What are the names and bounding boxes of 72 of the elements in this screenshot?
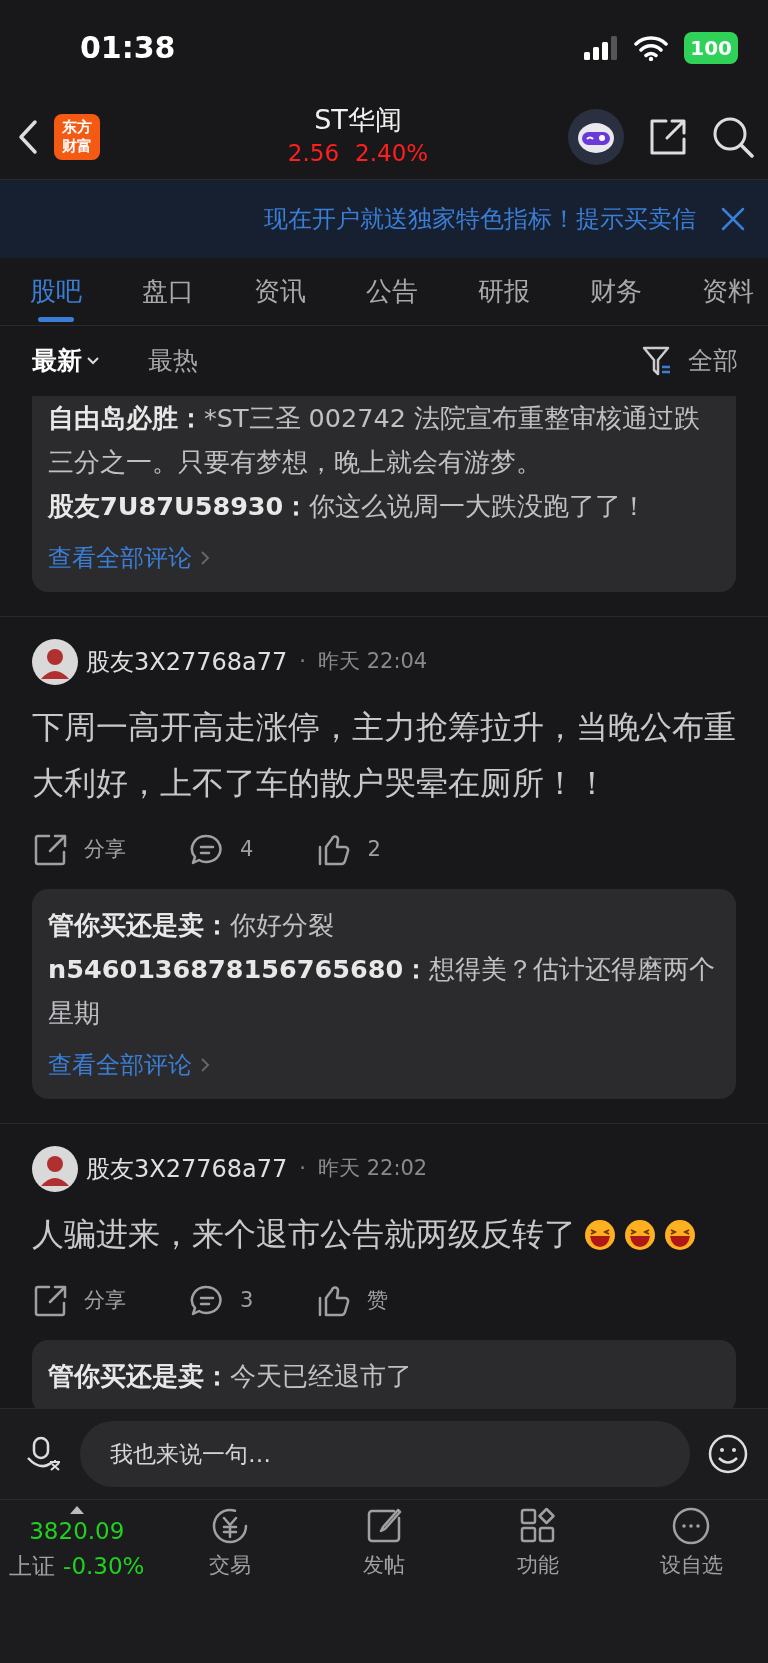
tab[interactable]: 资讯 — [254, 257, 306, 326]
price-change: 2.40% — [355, 138, 429, 168]
share-button[interactable]: 分享 — [34, 1284, 126, 1318]
laughing-face-icon — [584, 1219, 616, 1251]
tab[interactable]: 财务 — [590, 257, 642, 326]
tab[interactable]: 盘口 — [142, 257, 194, 326]
thumbs-up-icon — [317, 1284, 352, 1318]
reply-text: n5460136878156765680：想得美？估计还得磨两个星期 — [48, 953, 717, 1030]
stock-price: 2.56 — [287, 138, 340, 168]
tab[interactable]: 股吧 — [30, 257, 82, 326]
back-icon[interactable] — [18, 119, 38, 155]
stock-title: ST华闻 — [314, 103, 402, 136]
separator-dot: · — [299, 648, 306, 676]
voice-input-icon[interactable] — [26, 1436, 62, 1472]
share-icon — [34, 1284, 68, 1318]
index-value: 3820.09 — [29, 1517, 125, 1546]
chevron-icon — [200, 550, 210, 566]
like-button[interactable]: 赞 — [317, 1284, 389, 1318]
post-text: 人骗进来，来个退市公告就两级反转了 — [0, 1192, 768, 1262]
comment-button[interactable]: 4 — [190, 833, 254, 867]
tab[interactable]: 公告 — [366, 257, 418, 326]
share-button[interactable]: 分享 — [34, 833, 126, 867]
caret-icon — [86, 356, 100, 366]
battery-level: 100 — [684, 31, 738, 64]
nav-item[interactable]: 交易 — [209, 1506, 252, 1663]
view-all-comments-link[interactable]: 查看全部评论 — [48, 1047, 210, 1083]
up-arrow-icon — [69, 1506, 84, 1514]
banner-text: 现在开户就送独家特色指标！提示买卖信 — [264, 204, 696, 235]
post-text: 下周一高开高走涨停，主力抢筹拉升，当晚公布重大利好，上不了车的散户哭晕在厕所！！ — [31, 707, 737, 804]
close-icon[interactable] — [720, 206, 746, 232]
share-icon — [34, 833, 68, 867]
tab[interactable]: 研报 — [478, 257, 530, 326]
comment-button[interactable]: 3 — [190, 1284, 254, 1318]
filter-button[interactable]: 全部 — [642, 342, 738, 380]
author-name: 股友3X27768a77 — [86, 647, 288, 678]
nav-item[interactable]: 功能 — [516, 1506, 559, 1663]
like-button[interactable]: 2 — [317, 833, 381, 867]
share-icon[interactable] — [648, 117, 688, 157]
post-time: 昨天 22:04 — [318, 648, 428, 676]
promo-banner[interactable]: 现在开户就送独家特色指标！提示买卖信 — [0, 180, 768, 258]
robot-icon[interactable] — [568, 109, 624, 165]
wifi-icon — [634, 34, 669, 61]
status-time: 01:38 — [80, 29, 176, 67]
reply-text: 管你买还是卖：你好分裂 — [48, 909, 335, 942]
search-icon[interactable] — [712, 116, 754, 158]
index-change: -0.30% — [63, 1551, 145, 1581]
nav-item[interactable]: 设自选 — [659, 1506, 723, 1663]
laughing-face-icon — [664, 1219, 696, 1251]
more-icon — [671, 1506, 712, 1546]
sort-tab[interactable]: 最新 — [32, 342, 100, 380]
avatar — [32, 639, 78, 685]
view-all-comments-link[interactable]: 查看全部评论 — [48, 540, 210, 576]
separator-dot: · — [299, 1155, 306, 1183]
avatar — [32, 1146, 78, 1192]
emoji-icon[interactable] — [708, 1434, 748, 1474]
laughing-face-icon — [624, 1219, 656, 1251]
reply-text: 管你买还是卖：今天已经退市了 — [48, 1360, 413, 1393]
nav-item[interactable]: 发帖 — [363, 1506, 405, 1663]
comment-input[interactable]: 我也来说一句… — [80, 1421, 690, 1487]
post-time: 昨天 22:02 — [318, 1155, 428, 1183]
reply-text: 股友7U87U58930：你这么说周一大跌没跑了了！ — [48, 490, 649, 523]
reply-text: 自由岛必胜：*ST三圣 002742 法院宣布重整审核通过跌三分之一。只要有梦想，晚上就会有游梦。 — [48, 402, 702, 479]
filter-icon — [642, 345, 672, 377]
comment-icon — [190, 833, 224, 867]
sort-tab[interactable]: 最热 — [148, 342, 198, 380]
index-name: 上证 — [9, 1551, 56, 1581]
tab[interactable]: 资料 — [702, 257, 754, 326]
chevron-icon — [200, 1057, 210, 1073]
author-name: 股友3X27768a77 — [86, 1154, 288, 1185]
signal-icon — [584, 35, 619, 60]
comment-icon — [190, 1284, 224, 1318]
thumbs-up-icon — [317, 833, 352, 867]
